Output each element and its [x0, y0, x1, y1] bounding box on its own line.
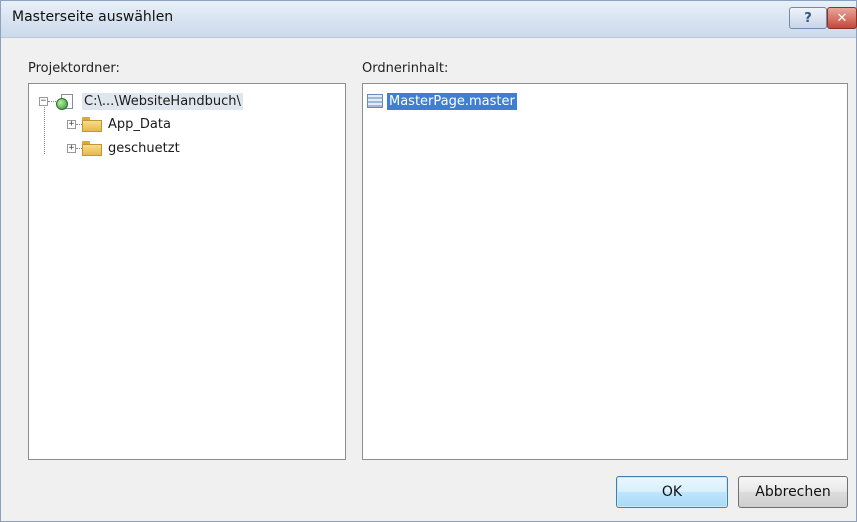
master-page-icon — [367, 94, 383, 108]
project-folder-tree[interactable]: − C:\...\WebsiteHandbuch\ + App_Data + g… — [28, 83, 346, 460]
expand-icon[interactable]: + — [67, 143, 76, 153]
tree-item-root[interactable]: − C:\...\WebsiteHandbuch\ — [39, 91, 243, 111]
window-title: Masterseite auswählen — [12, 9, 174, 25]
list-item-label: MasterPage.master — [387, 92, 517, 110]
folder-icon — [82, 140, 102, 156]
title-bar[interactable]: Masterseite auswählen ? ✕ — [1, 1, 857, 38]
dialog-window: Masterseite auswählen ? ✕ Projektordner:… — [0, 0, 857, 522]
folder-content-label: Ordnerinhalt: — [362, 61, 449, 76]
tree-connector — [44, 104, 45, 154]
collapse-icon[interactable]: − — [39, 96, 48, 106]
close-button[interactable]: ✕ — [827, 7, 857, 29]
folder-icon — [82, 116, 102, 132]
tree-connector — [48, 100, 56, 102]
expand-icon[interactable]: + — [67, 119, 76, 129]
cancel-button[interactable]: Abbrechen — [738, 476, 848, 508]
cancel-button-label: Abbrechen — [755, 484, 831, 500]
ok-button[interactable]: OK — [616, 476, 728, 508]
project-folder-label: Projektordner: — [28, 61, 120, 76]
tree-item-label: App_Data — [108, 116, 171, 132]
ok-button-label: OK — [661, 484, 683, 500]
tree-item-label: geschuetzt — [108, 140, 180, 156]
list-item[interactable]: MasterPage.master — [367, 91, 517, 111]
tree-item-geschuetzt[interactable]: + geschuetzt — [67, 138, 180, 158]
web-project-icon — [56, 92, 76, 110]
close-icon: ✕ — [836, 10, 848, 26]
help-icon: ? — [804, 10, 812, 26]
folder-content-list[interactable]: MasterPage.master — [362, 83, 848, 460]
tree-item-app-data[interactable]: + App_Data — [67, 114, 171, 134]
tree-item-root-label: C:\...\WebsiteHandbuch\ — [82, 92, 243, 110]
help-button[interactable]: ? — [789, 7, 827, 29]
